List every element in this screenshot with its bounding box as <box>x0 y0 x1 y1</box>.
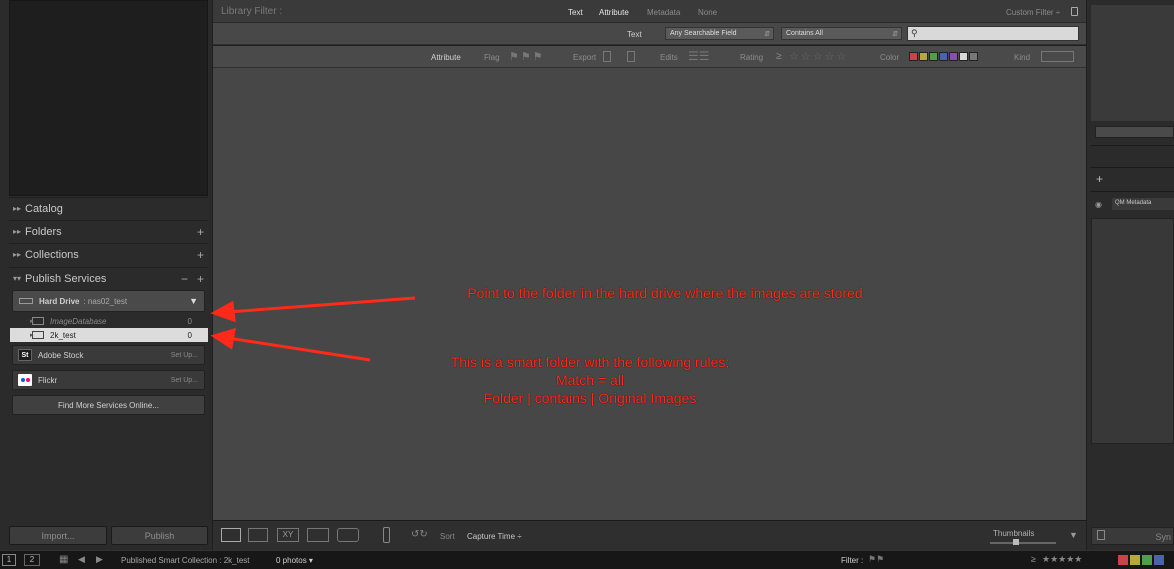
annotation-folder-note: Point to the folder in the hard drive wh… <box>467 285 863 301</box>
arrow-line-1 <box>227 296 416 314</box>
arrow-head-1 <box>210 300 236 323</box>
annotation-line: Folder | contains | Original Images <box>483 390 697 406</box>
annotation-line: Match = all <box>555 372 625 388</box>
annotation-smart-folder-note: This is a smart folder with the followin… <box>390 353 790 407</box>
arrow-head-2 <box>210 327 236 350</box>
arrow-line-2 <box>227 336 371 362</box>
annotation-line: This is a smart folder with the followin… <box>450 354 730 370</box>
